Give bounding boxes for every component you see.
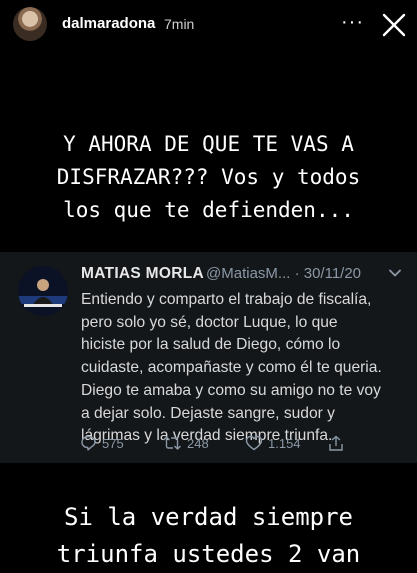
story-caption: Y AHORA DE QUE TE VAS A DISFRAZAR??? Vos… bbox=[0, 128, 417, 227]
reply-button[interactable]: 575 bbox=[80, 435, 124, 451]
avatar[interactable] bbox=[13, 7, 47, 41]
retweet-icon bbox=[163, 436, 181, 450]
tweet-text-line: hiciste por la salud de Diego, cómo lo bbox=[81, 336, 341, 354]
caption-line: los que te defienden... bbox=[63, 198, 354, 222]
like-button[interactable]: 1.154 bbox=[245, 435, 301, 451]
caption-line: triunfa ustedes 2 van bbox=[56, 540, 361, 568]
tweet-text-line: pero solo yo sé, doctor Luque, lo que bbox=[81, 313, 338, 331]
caption-line: DISFRAZAR??? Vos y todos bbox=[56, 165, 361, 189]
like-count: 1.154 bbox=[268, 435, 301, 451]
share-button[interactable] bbox=[328, 435, 349, 452]
tweet-text-line: Diego te amaba y como su amigo no te voy bbox=[81, 381, 381, 399]
tweet-avatar bbox=[18, 266, 68, 316]
close-icon[interactable] bbox=[381, 12, 407, 38]
story-caption-bottom: Si la verdad siempre triunfa ustedes 2 v… bbox=[0, 499, 417, 573]
tweet-text-line: Entiendo y comparto el trabajo de fiscal… bbox=[81, 291, 372, 308]
tweet-author-name[interactable]: MATIAS MORLA bbox=[81, 265, 204, 283]
chevron-down-icon[interactable] bbox=[388, 266, 402, 280]
retweet-count: 248 bbox=[187, 435, 209, 451]
tweet-actions: 575 248 1.154 bbox=[80, 435, 410, 453]
more-icon[interactable]: ··· bbox=[341, 12, 364, 32]
tweet-text: Entiendo y comparto el trabajo de fiscal… bbox=[81, 289, 411, 448]
caption-line: Si la verdad siempre bbox=[64, 503, 353, 531]
tweet-text-line: a dejar solo. Dejaste sangre, sudor y bbox=[81, 404, 335, 422]
story-header: dalmaradona 7min ··· bbox=[0, 0, 417, 52]
tweet-handle-date: @MatiasM... · 30/11/20 bbox=[206, 265, 362, 282]
caption-line: Y AHORA DE QUE TE VAS A bbox=[63, 132, 354, 156]
story-username[interactable]: dalmaradona bbox=[62, 15, 155, 32]
retweet-button[interactable]: 248 bbox=[162, 435, 209, 451]
reply-icon bbox=[81, 435, 96, 451]
tweet-card[interactable]: MATIAS MORLA @MatiasM... · 30/11/20 Enti… bbox=[0, 252, 417, 463]
share-icon bbox=[329, 435, 343, 451]
reply-count: 575 bbox=[102, 435, 124, 451]
like-icon bbox=[245, 435, 263, 451]
story-time: 7min bbox=[164, 16, 195, 32]
tweet-text-line: cuidaste, acompañaste y como él te queri… bbox=[81, 359, 382, 377]
